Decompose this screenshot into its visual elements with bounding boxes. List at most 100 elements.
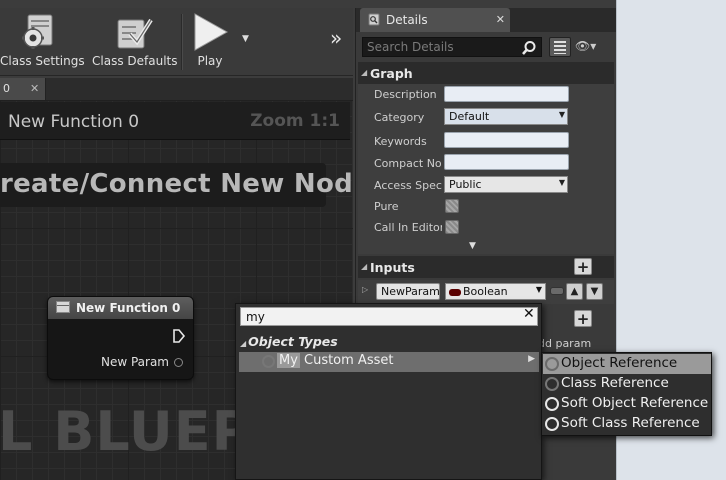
grid-view-button[interactable] [549, 37, 571, 57]
tab-details[interactable]: Details ✕ [360, 8, 510, 32]
param-pin-icon[interactable] [174, 358, 183, 367]
description-label: Description [374, 88, 437, 101]
access-specifier-combo[interactable]: Public ▼ [444, 176, 568, 193]
object-reference-icon [545, 357, 559, 371]
inputs-section-title: Inputs [370, 260, 415, 275]
function-entry-node[interactable]: New Function 0 New Param [47, 296, 194, 380]
category-label: Object Types [248, 334, 338, 349]
compact-node-title-field[interactable] [444, 154, 569, 170]
class-reference-icon [545, 377, 559, 391]
soft-object-reference-icon [545, 397, 559, 411]
exec-pin-icon[interactable] [172, 328, 186, 344]
close-icon[interactable]: ✕ [496, 13, 505, 26]
search-details-input[interactable] [362, 37, 542, 57]
gear-icon [22, 14, 53, 49]
grid-icon [554, 41, 566, 54]
menu-item-label: Object Reference [561, 355, 678, 371]
graph-title: New Function 0 [8, 112, 140, 132]
class-settings-button[interactable]: Class Settings [0, 8, 85, 76]
class-settings-label: Class Settings [0, 54, 85, 68]
add-output-button[interactable]: + [574, 310, 592, 327]
toolbar-separator [181, 14, 183, 70]
play-icon [194, 13, 229, 51]
collapse-triangle-icon: ◢ [361, 262, 368, 271]
category-label: Category [374, 111, 425, 124]
graph-section-title: Graph [370, 66, 413, 81]
type-color-swatch [449, 288, 461, 296]
details-search-row: 👁▾ [356, 34, 616, 60]
blueprint-editor: Class Settings Class Defaults Play ▼ » 0… [0, 0, 616, 480]
submenu-arrow-icon: ▶ [528, 354, 535, 364]
zoom-level: Zoom 1:1 [250, 111, 340, 131]
param-name-field[interactable]: NewParam [376, 283, 440, 300]
expand-param-icon[interactable]: ▷ [362, 285, 368, 294]
access-specifier-label: Access Specifier [374, 179, 442, 192]
category-value: Default [449, 110, 490, 123]
call-in-editor-checkbox[interactable] [445, 220, 459, 234]
pure-checkbox[interactable] [445, 199, 459, 213]
type-search-input[interactable] [240, 307, 538, 326]
node-title: New Function 0 [76, 301, 181, 315]
type-item-label: Custom Asset [304, 353, 394, 368]
menu-item-soft-class-reference[interactable]: Soft Class Reference [543, 414, 711, 434]
play-label: Play [197, 54, 223, 68]
details-tab-strip: Details ✕ [356, 8, 616, 32]
toolbar-overflow-icon[interactable]: » [330, 26, 342, 50]
collapse-triangle-icon: ◢ [240, 339, 247, 348]
input-param-row: ▷ NewParam Boolean ▼ ▲ ▼ [358, 280, 614, 304]
checklist-icon [117, 18, 153, 49]
match-highlight: My [277, 353, 300, 368]
details-tab-label: Details [386, 13, 428, 27]
graph-tab-label: 0 [3, 82, 10, 95]
category-combo[interactable]: Default ▼ [444, 108, 568, 125]
object-type-icon [262, 355, 275, 368]
close-icon[interactable]: ✕ [30, 82, 39, 95]
menu-item-label: Class Reference [561, 375, 669, 391]
chevron-down-icon: ▼ [558, 110, 565, 119]
play-options-chevron-icon[interactable]: ▼ [242, 34, 249, 44]
function-icon [56, 301, 70, 313]
details-search-icon [368, 13, 380, 26]
graph-section-header[interactable]: ◢ Graph [358, 62, 614, 84]
description-field[interactable] [444, 86, 569, 102]
visibility-eye-icon[interactable]: 👁▾ [575, 39, 596, 53]
chevron-down-icon: ▼ [535, 285, 542, 294]
pure-label: Pure [374, 200, 399, 213]
inputs-section-header[interactable]: ◢ Inputs + [358, 256, 614, 278]
graph-properties: Description Category Default ▼ Keywords … [358, 84, 614, 254]
add-param-text: dd param [538, 337, 592, 350]
class-defaults-label: Class Defaults [92, 54, 178, 68]
menu-item-label: Soft Class Reference [561, 415, 700, 431]
clear-search-icon[interactable]: ✕ [523, 306, 535, 322]
create-node-hint-text: reate/Connect New Node [0, 169, 353, 199]
move-down-button[interactable]: ▼ [586, 283, 603, 300]
class-defaults-button[interactable]: Class Defaults [92, 8, 178, 76]
node-header: New Function 0 [48, 297, 193, 319]
soft-class-reference-icon [545, 417, 559, 431]
keywords-label: Keywords [374, 135, 427, 148]
expand-advanced-icon[interactable]: ▼ [469, 241, 476, 251]
node-param-row: New Param [101, 355, 183, 369]
access-specifier-value: Public [449, 178, 482, 191]
graph-tab-strip: 0 ✕ [0, 78, 353, 100]
collapse-triangle-icon: ◢ [361, 68, 368, 77]
search-icon[interactable] [521, 40, 537, 56]
menu-item-label: Soft Object Reference [561, 395, 709, 411]
menu-item-soft-object-reference[interactable]: Soft Object Reference [543, 394, 711, 414]
call-in-editor-label: Call In Editor [374, 221, 442, 234]
param-container-type-icon[interactable] [550, 287, 564, 295]
toolbar: Class Settings Class Defaults Play ▼ » [0, 8, 353, 76]
add-input-button[interactable]: + [574, 258, 592, 275]
pin-type-picker: ✕ ◢Object Types My Custom Asset ▶ [235, 303, 542, 480]
play-button[interactable]: Play [186, 8, 234, 76]
menu-item-object-reference[interactable]: Object Reference [543, 354, 711, 374]
graph-tab[interactable]: 0 ✕ [0, 78, 46, 100]
category-object-types[interactable]: ◢ Object Types [240, 334, 338, 349]
keywords-field[interactable] [444, 132, 569, 148]
compact-node-title-label: Compact Node Title [374, 157, 442, 170]
move-up-button[interactable]: ▲ [566, 283, 583, 300]
menu-item-class-reference[interactable]: Class Reference [543, 374, 711, 394]
param-type-combo[interactable]: Boolean ▼ [445, 283, 546, 300]
type-item-my-custom-asset[interactable]: My Custom Asset ▶ [239, 352, 539, 372]
chevron-down-icon: ▼ [558, 178, 565, 187]
